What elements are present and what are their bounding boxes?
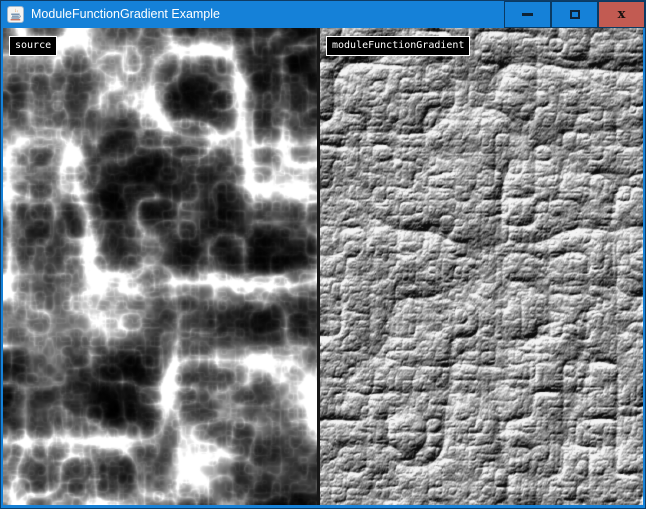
window-title: ModuleFunctionGradient Example: [31, 1, 220, 28]
minimize-button[interactable]: [504, 1, 551, 28]
app-window: ModuleFunctionGradient Example x source …: [0, 0, 646, 509]
maximize-button[interactable]: [551, 1, 598, 28]
window-controls: x: [504, 1, 645, 28]
source-label: source: [9, 36, 57, 56]
panel-source: source: [3, 28, 317, 505]
minimize-dash-icon: [522, 13, 533, 16]
titlebar[interactable]: ModuleFunctionGradient Example x: [1, 1, 645, 28]
panel-gradient: moduleFunctionGradient: [320, 28, 643, 505]
close-button[interactable]: x: [598, 1, 645, 28]
module-function-gradient-image: [320, 28, 643, 505]
close-x-icon: x: [618, 8, 626, 21]
java-cup-icon: [7, 6, 24, 23]
maximize-square-icon: [570, 10, 580, 19]
content-area: source moduleFunctionGradient: [1, 28, 645, 508]
module-function-gradient-label: moduleFunctionGradient: [326, 36, 470, 56]
source-image: [3, 28, 317, 505]
